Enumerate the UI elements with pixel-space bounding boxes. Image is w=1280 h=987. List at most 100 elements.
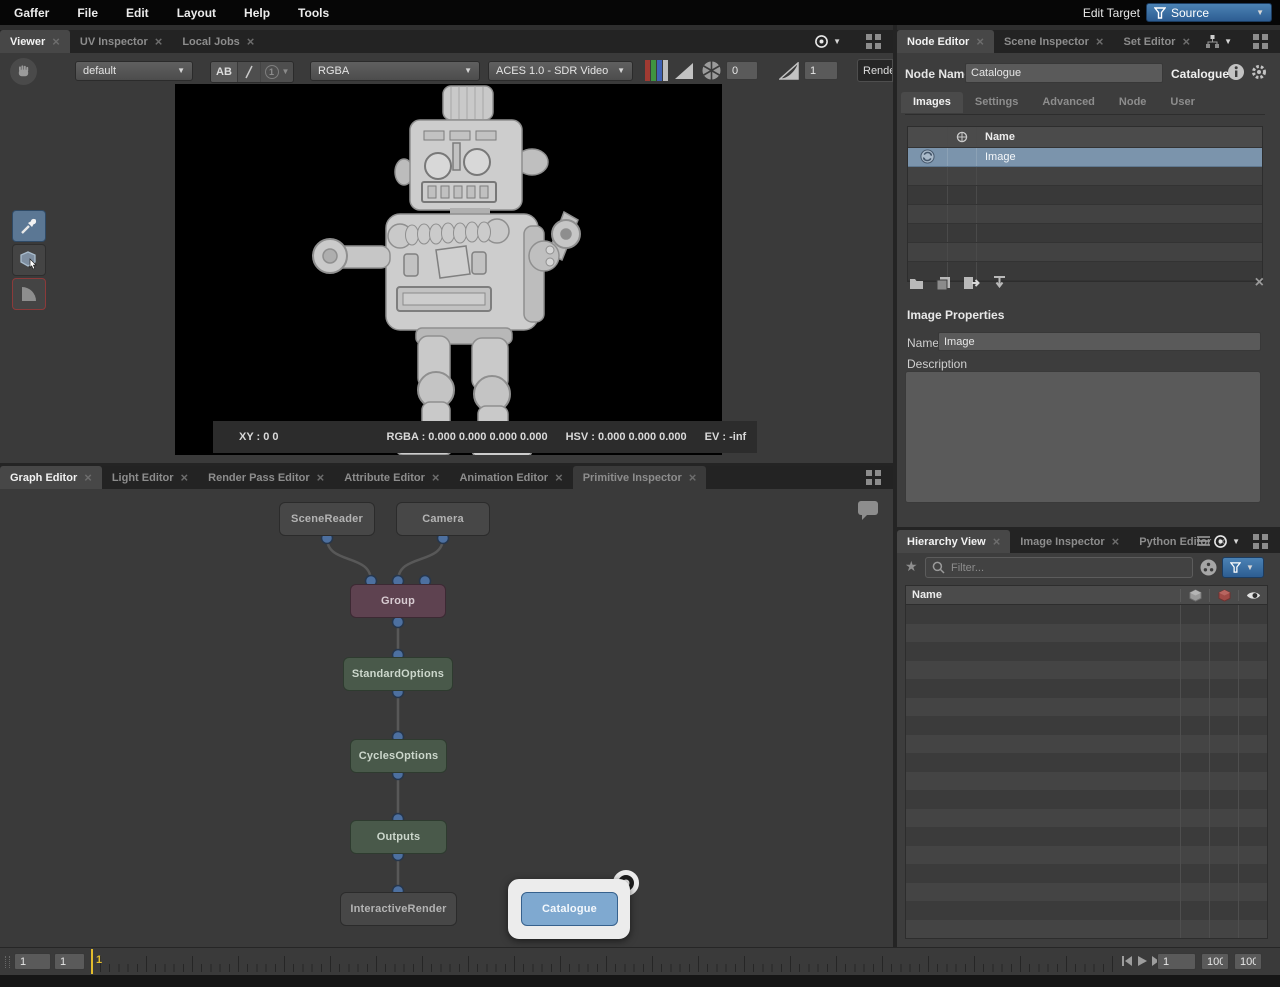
tab-image-inspector[interactable]: Image Inspector× — [1010, 530, 1129, 553]
hierarchy-name-header[interactable]: Name — [906, 589, 1180, 601]
render-button[interactable]: Render — [857, 59, 893, 82]
menu-help[interactable]: Help — [230, 0, 284, 25]
layout-grid-icon[interactable] — [1253, 534, 1268, 549]
menu-layout[interactable]: Layout — [163, 0, 230, 25]
color-picker-tool-button[interactable] — [12, 210, 46, 242]
graph-node-interactiverender[interactable]: InteractiveRender — [340, 892, 457, 926]
tab-hierarchy-view[interactable]: Hierarchy View× — [897, 530, 1010, 553]
tab-uv-inspector[interactable]: UV Inspector× — [70, 30, 172, 53]
solo-channels-button[interactable] — [645, 60, 668, 81]
tab-node-editor[interactable]: Node Editor× — [897, 30, 994, 53]
graph-node-cyclesoptions[interactable]: CyclesOptions — [350, 739, 447, 773]
tab-local-jobs[interactable]: Local Jobs× — [172, 30, 264, 53]
gamma-triangle-icon[interactable] — [779, 62, 799, 80]
hierarchy-focus-menu[interactable]: ▼ — [1213, 534, 1240, 549]
image-table-row[interactable] — [908, 186, 1262, 205]
drag-grip[interactable] — [5, 956, 10, 968]
edit-scope-icon[interactable] — [1200, 559, 1217, 576]
panel-splitter[interactable] — [0, 463, 893, 466]
tab-close-icon[interactable]: × — [52, 37, 60, 47]
hierarchy-row[interactable] — [906, 827, 1267, 846]
play-button[interactable] — [1135, 954, 1148, 968]
hierarchy-row[interactable] — [906, 716, 1267, 735]
compare-image-select[interactable]: 1 ▼ — [260, 62, 293, 82]
hierarchy-row[interactable] — [906, 809, 1267, 828]
gear-icon[interactable] — [1250, 63, 1268, 81]
tab-close-icon[interactable]: × — [689, 473, 697, 483]
node-name-input[interactable] — [965, 63, 1163, 83]
aperture-icon[interactable] — [701, 60, 722, 81]
display-transform-select[interactable]: ACES 1.0 - SDR Video ▼ — [488, 61, 633, 81]
tab-close-icon[interactable]: × — [976, 37, 984, 47]
name-column-header[interactable]: Name — [977, 127, 1262, 147]
edit-target-dropdown[interactable]: Source ▼ — [1146, 3, 1272, 22]
tab-list-menu[interactable] — [1197, 535, 1210, 550]
pan-hand-button[interactable] — [10, 58, 37, 85]
graph-node-catalogue[interactable]: Catalogue — [521, 892, 618, 926]
hierarchy-row[interactable] — [906, 735, 1267, 754]
skip-to-start-button[interactable] — [1120, 954, 1133, 968]
graph-node-camera[interactable]: Camera — [396, 502, 490, 536]
tab-close-icon[interactable]: × — [155, 37, 163, 47]
remove-image-button[interactable]: × — [1255, 274, 1264, 292]
menu-edit[interactable]: Edit — [112, 0, 163, 25]
panel-splitter[interactable] — [897, 527, 1280, 530]
param-tab-settings[interactable]: Settings — [963, 92, 1030, 113]
tab-close-icon[interactable]: × — [317, 473, 325, 483]
viewer-image-canvas[interactable] — [175, 84, 722, 455]
layout-grid-icon[interactable] — [866, 34, 881, 49]
panel-splitter[interactable] — [893, 25, 897, 975]
tab-close-icon[interactable]: × — [1112, 537, 1120, 547]
hierarchy-row[interactable] — [906, 901, 1267, 920]
tab-close-icon[interactable]: × — [432, 473, 440, 483]
tab-close-icon[interactable]: × — [1096, 37, 1104, 47]
current-frame-input[interactable] — [1157, 953, 1196, 970]
inner-end-input[interactable] — [1201, 953, 1229, 970]
image-table-row[interactable] — [908, 224, 1262, 243]
tab-close-icon[interactable]: × — [993, 537, 1001, 547]
filter-mode-dropdown[interactable]: ▼ — [1222, 557, 1264, 578]
hierarchy-row[interactable] — [906, 605, 1267, 624]
layout-grid-icon[interactable] — [866, 470, 881, 485]
export-icon[interactable] — [963, 276, 980, 290]
hierarchy-table-body[interactable] — [905, 605, 1268, 939]
hierarchy-row[interactable] — [906, 790, 1267, 809]
hierarchy-row[interactable] — [906, 846, 1267, 865]
tab-graph-editor[interactable]: Graph Editor× — [0, 466, 102, 489]
param-tab-user[interactable]: User — [1158, 92, 1206, 113]
image-table-row[interactable] — [908, 205, 1262, 224]
hierarchy-row[interactable] — [906, 698, 1267, 717]
wipe-tool-button[interactable] — [237, 62, 260, 82]
menu-file[interactable]: File — [63, 0, 112, 25]
editor-focus-menu[interactable]: ▼ — [1205, 34, 1232, 49]
hierarchy-row[interactable] — [906, 661, 1267, 680]
render-column[interactable] — [1209, 589, 1238, 602]
viewer-focus-menu[interactable]: ▼ — [814, 34, 841, 49]
tab-close-icon[interactable]: × — [555, 473, 563, 483]
output-index-column[interactable] — [948, 127, 977, 147]
graph-node-standardoptions[interactable]: StandardOptions — [343, 657, 453, 691]
gamma-input[interactable] — [804, 61, 838, 80]
info-icon[interactable] — [1227, 63, 1245, 81]
selection-tool-button[interactable] — [12, 244, 46, 276]
inner-start-input[interactable] — [54, 953, 85, 970]
new-folder-icon[interactable] — [909, 276, 924, 290]
param-tab-advanced[interactable]: Advanced — [1030, 92, 1107, 113]
annotation-bubble-icon[interactable] — [856, 499, 880, 521]
exposure-input[interactable] — [726, 61, 758, 80]
image-name-input[interactable] — [938, 332, 1261, 351]
image-description-textarea[interactable] — [905, 371, 1261, 503]
start-frame-input[interactable] — [14, 953, 51, 970]
playhead[interactable] — [91, 949, 93, 974]
image-table-row-selected[interactable]: Image — [908, 148, 1262, 167]
extract-icon[interactable] — [992, 276, 1007, 291]
visibility-column[interactable] — [1238, 590, 1267, 601]
hierarchy-row[interactable] — [906, 772, 1267, 791]
end-frame-input[interactable] — [1234, 953, 1262, 970]
menu-gaffer[interactable]: Gaffer — [0, 0, 63, 25]
filter-input[interactable] — [951, 559, 1186, 576]
tab-scene-inspector[interactable]: Scene Inspector× — [994, 30, 1114, 53]
hierarchy-row[interactable] — [906, 753, 1267, 772]
tab-primitive-inspector[interactable]: Primitive Inspector× — [573, 466, 707, 489]
image-table-row[interactable] — [908, 243, 1262, 262]
